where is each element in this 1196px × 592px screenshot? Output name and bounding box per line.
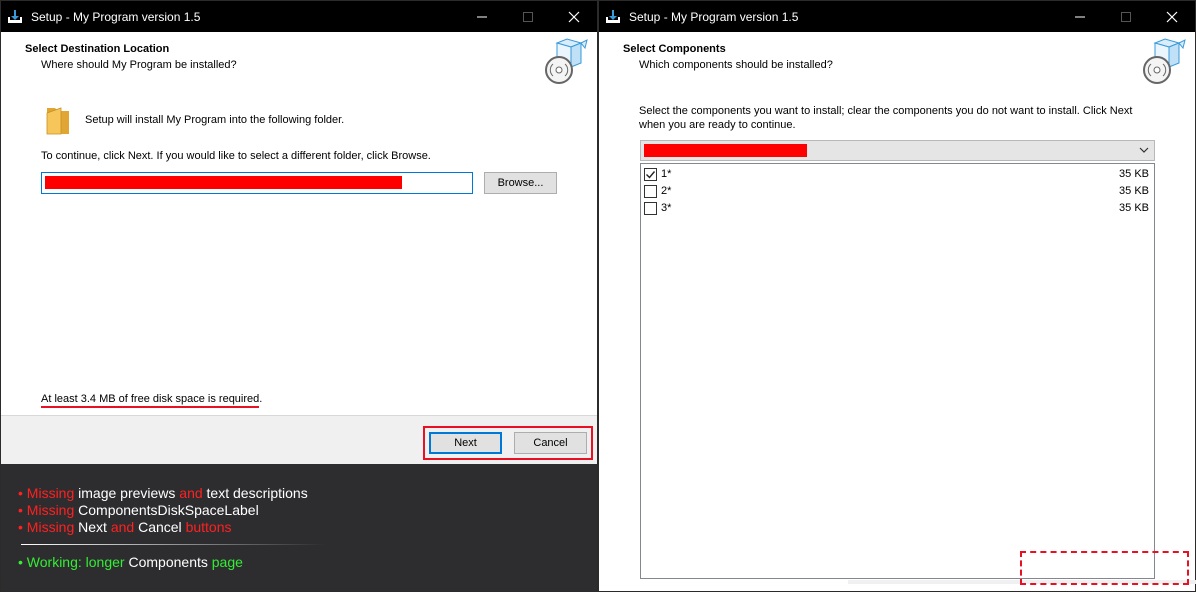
note-text: • Missing	[18, 485, 75, 501]
note-text: and	[179, 485, 203, 501]
close-button[interactable]	[551, 1, 597, 32]
note-text: Components	[128, 554, 208, 570]
redacted-setup-type	[644, 144, 807, 157]
window-title: Setup - My Program version 1.5	[31, 10, 201, 24]
component-name: 2*	[661, 185, 672, 197]
box-with-disc-icon	[1141, 37, 1191, 87]
components-list[interactable]: 1* 35 KB 2* 35 KB 3* 35 KB	[640, 163, 1155, 579]
instruction-line-1: Select the components you want to instal…	[639, 105, 1133, 117]
highlight-underline	[41, 406, 259, 408]
continue-instruction: To continue, click Next. If you would li…	[41, 150, 431, 162]
chevron-down-icon	[1138, 144, 1150, 156]
browse-button[interactable]: Browse...	[484, 172, 557, 194]
disk-space-label: At least 3.4 MB of free disk space is re…	[41, 393, 263, 405]
note-line: • Missing ComponentsDiskSpaceLabel	[18, 502, 259, 518]
box-with-disc-icon	[543, 37, 593, 87]
page-subtitle: Where should My Program be installed?	[41, 59, 237, 71]
check-icon	[646, 171, 656, 179]
close-button[interactable]	[1149, 1, 1195, 32]
list-item[interactable]: 2* 35 KB	[641, 183, 1154, 199]
component-checkbox[interactable]	[644, 202, 657, 215]
page-subtitle: Which components should be installed?	[639, 59, 833, 71]
setup-type-dropdown[interactable]	[640, 140, 1155, 161]
highlight-box	[423, 426, 593, 460]
note-text: ComponentsDiskSpaceLabel	[78, 502, 259, 518]
note-text: text descriptions	[206, 485, 308, 501]
maximize-button[interactable]	[505, 1, 551, 32]
component-checkbox[interactable]	[644, 185, 657, 198]
note-text: image previews	[78, 485, 176, 501]
window-title: Setup - My Program version 1.5	[629, 10, 799, 24]
title-bar[interactable]: Setup - My Program version 1.5	[1, 1, 597, 32]
setup-download-icon	[605, 9, 621, 25]
notes-panel: • Missing image previews and text descri…	[1, 464, 597, 591]
instruction-line-2: when you are ready to continue.	[639, 119, 796, 131]
component-name: 1*	[661, 168, 672, 180]
note-line: • Missing image previews and text descri…	[18, 485, 308, 501]
minimize-button[interactable]	[1057, 1, 1103, 32]
note-text: page	[211, 554, 243, 570]
page-title: Select Components	[623, 43, 726, 55]
folder-description: Setup will install My Program into the f…	[85, 114, 345, 126]
minimize-button[interactable]	[459, 1, 505, 32]
button-panel: Next Cancel	[1, 415, 597, 464]
page-title: Select Destination Location	[25, 43, 170, 55]
note-line: • Working: longer Components page	[18, 554, 243, 570]
note-text: • Missing	[18, 519, 75, 535]
component-size: 35 KB	[1119, 168, 1149, 180]
note-text: • Missing	[18, 502, 75, 518]
component-checkbox[interactable]	[644, 168, 657, 181]
maximize-button[interactable]	[1103, 1, 1149, 32]
list-item[interactable]: 3* 35 KB	[641, 200, 1154, 216]
destination-folder-input[interactable]	[41, 172, 473, 194]
title-bar[interactable]: Setup - My Program version 1.5	[599, 1, 1195, 32]
component-name: 3*	[661, 202, 672, 214]
note-divider	[21, 544, 326, 545]
note-text: Cancel	[138, 519, 182, 535]
note-text: buttons	[185, 519, 232, 535]
component-size: 35 KB	[1119, 185, 1149, 197]
highlight-dashed-box	[1020, 551, 1189, 585]
component-size: 35 KB	[1119, 202, 1149, 214]
note-text: Next	[78, 519, 107, 535]
folder-icon	[45, 104, 71, 139]
note-line: • Missing Next and Cancel buttons	[18, 519, 232, 535]
redacted-folder-path	[45, 176, 402, 189]
note-text: and	[110, 519, 135, 535]
setup-window-destination: Setup - My Program version 1.5 Select De…	[0, 0, 598, 592]
list-item[interactable]: 1* 35 KB	[641, 166, 1154, 182]
note-text: • Working: longer	[18, 554, 125, 570]
setup-download-icon	[7, 9, 23, 25]
